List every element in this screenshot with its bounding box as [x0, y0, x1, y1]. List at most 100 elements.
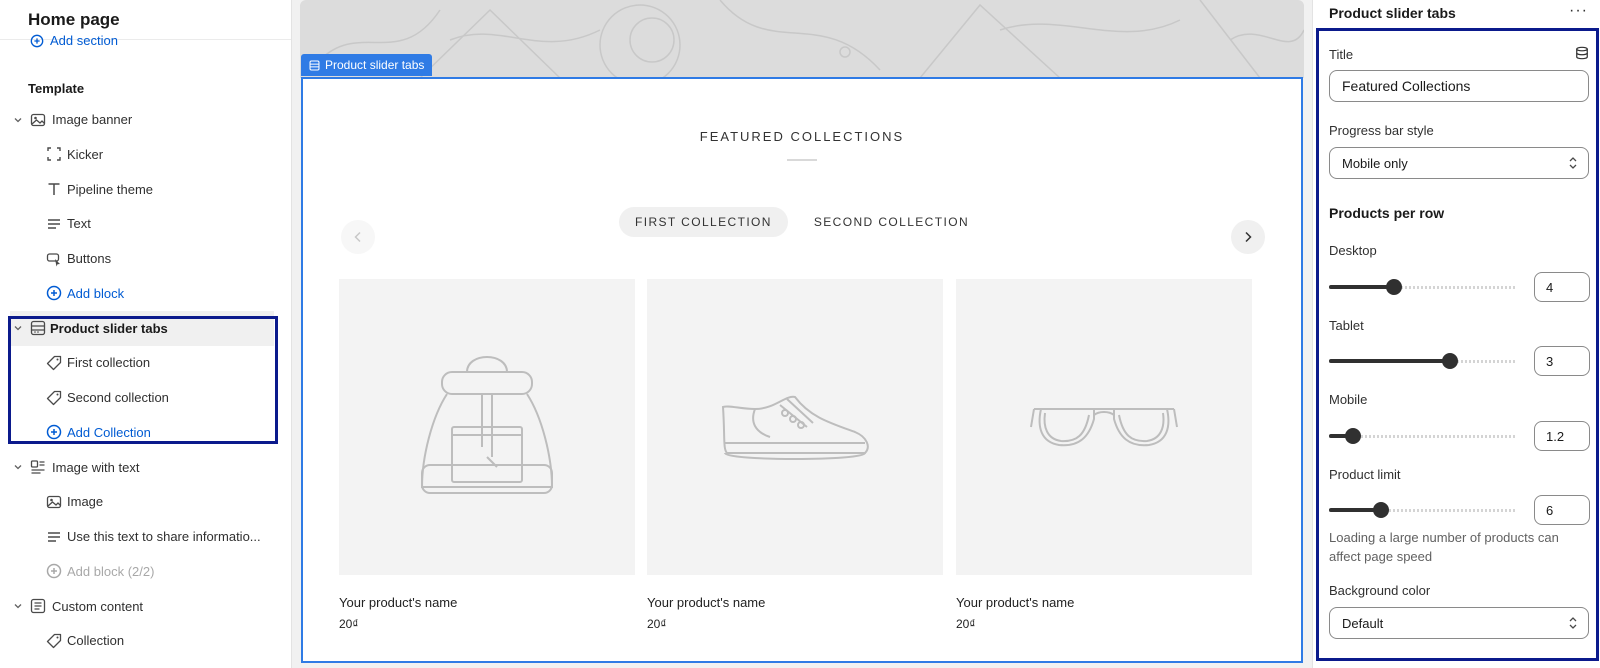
section-item-image-banner[interactable]: Image banner [0, 102, 291, 137]
block-item-pipeline-theme[interactable]: Pipeline theme [0, 172, 291, 207]
product-limit-label: Product limit [1329, 467, 1401, 482]
background-color-select[interactable]: Default [1329, 607, 1589, 639]
section-tag-label: Product slider tabs [325, 58, 425, 72]
block-item-image[interactable]: Image [0, 484, 291, 519]
tree-item-label: Image with text [52, 459, 140, 475]
select-arrows-icon [1569, 617, 1577, 629]
mobile-label: Mobile [1329, 392, 1368, 407]
mobile-slider[interactable] [1329, 428, 1515, 444]
product-card[interactable]: Your product's name 20₫ [339, 279, 635, 631]
frame-icon [47, 147, 61, 161]
block-item-use-this-text-to-share-informatio[interactable]: Use this text to share informatio... [0, 519, 291, 554]
tree-item-label: Image [67, 494, 104, 510]
section-item-image-with-text[interactable]: Image with text [0, 450, 291, 485]
slider-icon [30, 320, 46, 336]
section-heading: FEATURED COLLECTIONS [699, 129, 905, 144]
mobile-number-input[interactable]: 1.2 [1534, 421, 1590, 451]
product-price: 20₫ [956, 617, 976, 631]
product-name[interactable]: Your product's name [339, 595, 635, 610]
product-card[interactable]: Your product's name 20₫ [956, 279, 1252, 631]
block-item-add-collection[interactable]: Add Collection [0, 415, 291, 450]
select-arrows-icon [1569, 157, 1577, 169]
glasses-icon [1030, 408, 1178, 447]
products-per-row-heading: Products per row [1329, 205, 1445, 221]
cursor-button-icon [46, 252, 60, 266]
backpack-icon [420, 356, 554, 494]
section-item-product-slider-tabs[interactable]: Product slider tabs [10, 310, 274, 346]
tab-second-collection[interactable]: SECOND COLLECTION [798, 207, 985, 237]
section-tag[interactable]: Product slider tabs [301, 54, 433, 76]
product-image[interactable] [647, 279, 943, 575]
title-label: Title [1329, 47, 1354, 62]
block-item-add-block[interactable]: Add block [0, 276, 291, 311]
block-item-collection[interactable]: Collection [0, 623, 291, 658]
dynamic-source-icon[interactable] [1575, 46, 1589, 60]
slider-handle[interactable] [1373, 502, 1390, 518]
chevron-down-icon[interactable] [12, 322, 24, 334]
product-name[interactable]: Your product's name [647, 595, 943, 610]
tablet-number-input[interactable]: 3 [1534, 346, 1590, 376]
product-image[interactable] [956, 279, 1252, 575]
tablet-slider[interactable] [1329, 353, 1515, 369]
product-card[interactable]: Your product's name 20₫ [647, 279, 943, 631]
chevron-left-icon [354, 231, 361, 243]
image-banner-preview[interactable] [300, 0, 1304, 78]
block-item-first-collection[interactable]: First collection [0, 345, 291, 380]
progress-bar-label: Progress bar style [1329, 123, 1434, 138]
product-image[interactable] [339, 279, 635, 575]
paragraph-icon [48, 219, 60, 229]
page-title-text: Home page [28, 9, 120, 29]
heading-divider [787, 159, 817, 161]
chevron-down-icon[interactable] [12, 114, 24, 126]
add-section-button[interactable]: Add section [30, 33, 118, 48]
settings-title: Product slider tabs [1329, 5, 1456, 21]
slider-prev-button[interactable] [341, 220, 375, 254]
product-name[interactable]: Your product's name [956, 595, 1252, 610]
paragraph-icon [48, 531, 60, 542]
tree-item-label: Add Collection [67, 424, 151, 440]
image-icon [30, 113, 46, 126]
desktop-number-input[interactable]: 4 [1534, 272, 1590, 302]
tree-item-label: Product slider tabs [50, 320, 168, 336]
tree-item-label: Buttons [67, 251, 112, 266]
block-item-add-block-2-2[interactable]: Add block (2/2) [0, 554, 291, 589]
collection-tabs: FIRST COLLECTION SECOND COLLECTION [303, 207, 1301, 237]
tab-first-collection[interactable]: FIRST COLLECTION [618, 207, 788, 237]
chevron-right-icon [1245, 231, 1252, 243]
more-options-button[interactable]: ··· [1569, 2, 1588, 20]
plus-circle-icon [46, 286, 62, 301]
slider-handle[interactable] [1386, 279, 1403, 295]
slider-fill [1329, 285, 1395, 289]
slider-handle[interactable] [1441, 353, 1458, 369]
title-input[interactable]: Featured Collections [1329, 70, 1589, 102]
tree-item-label: Collection [67, 633, 125, 649]
tree-item-label: Kicker [67, 146, 104, 162]
banner-pattern [319, 0, 1304, 78]
desktop-slider[interactable] [1329, 279, 1515, 295]
text-t-icon [48, 183, 60, 195]
product-limit-number-input[interactable]: 6 [1534, 495, 1590, 525]
block-item-text[interactable]: Text [0, 206, 291, 241]
section-item-custom-content[interactable]: Custom content [0, 589, 291, 624]
tree-item-label: First collection [67, 355, 151, 371]
block-item-kicker[interactable]: Kicker [0, 137, 291, 172]
block-item-buttons[interactable]: Buttons [0, 241, 291, 276]
tree-item-label: Add block [67, 285, 125, 301]
slider-handle[interactable] [1345, 428, 1362, 444]
chevron-down-icon[interactable] [12, 600, 24, 612]
background-color-label: Background color [1329, 583, 1431, 598]
progress-bar-value: Mobile only [1342, 155, 1408, 171]
block-item-second-collection[interactable]: Second collection [0, 380, 291, 415]
tag-icon [46, 390, 62, 405]
slider-icon [309, 60, 320, 70]
progress-bar-select[interactable]: Mobile only [1329, 147, 1589, 179]
plus-circle-icon [30, 34, 44, 47]
chevron-down-icon[interactable] [12, 461, 24, 473]
tree-item-label: Pipeline theme [67, 181, 153, 197]
background-color-value: Default [1342, 615, 1384, 631]
slider-next-button[interactable] [1231, 220, 1265, 254]
product-limit-slider[interactable] [1329, 502, 1515, 518]
theme-editor: Home page Add section Template Image ban… [0, 0, 1600, 668]
custom-content-icon [30, 598, 46, 614]
product-slider-section[interactable]: FEATURED COLLECTIONS FIRST COLLECTION SE… [301, 77, 1303, 663]
